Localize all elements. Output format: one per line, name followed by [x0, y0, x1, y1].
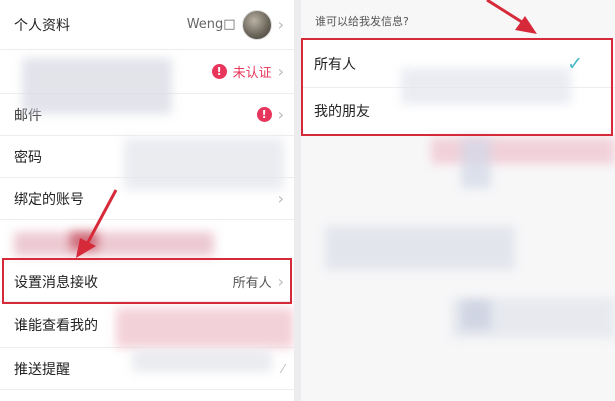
- message-permission-panel: 谁可以给我发信息? 所有人 ✓ 我的朋友: [301, 0, 615, 401]
- profile-row[interactable]: 个人资料 Weng□ ›: [0, 0, 294, 50]
- chevron-right-icon: ›: [277, 272, 284, 291]
- blur-overlay: [401, 68, 571, 104]
- blur-overlay: [461, 138, 491, 188]
- blur-overlay: [431, 138, 615, 164]
- blur-overlay: [124, 138, 284, 190]
- profile-label: 个人资料: [14, 17, 70, 34]
- chevron-right-icon: ›: [277, 15, 284, 34]
- chevron-right-icon: ›: [277, 105, 284, 124]
- chevron-right-icon: ›: [277, 189, 284, 208]
- username-text: Weng□: [186, 17, 236, 32]
- message-receive-row[interactable]: 设置消息接收 所有人 ›: [0, 262, 294, 302]
- blur-overlay: [325, 226, 515, 270]
- blur-overlay: [14, 232, 214, 256]
- verification-status: 未认证: [232, 66, 272, 81]
- section-header: 谁可以给我发信息?: [315, 15, 409, 28]
- settings-panel: 个人资料 Weng□ › ! 未认证 › 邮件 ! › 密码 绑定的账号 › 设…: [0, 0, 294, 401]
- chevron-right-icon: ›: [277, 62, 284, 81]
- push-notification-label: 推送提醒: [14, 361, 70, 378]
- linked-accounts-label: 绑定的账号: [14, 191, 84, 208]
- blur-overlay: [132, 350, 272, 372]
- chevron-right-icon: ⁄: [281, 361, 284, 376]
- option-everyone-label: 所有人: [314, 56, 356, 73]
- avatar: [241, 9, 272, 40]
- blur-overlay: [116, 308, 294, 348]
- message-receive-value: 所有人: [232, 276, 272, 291]
- option-friends-label: 我的朋友: [314, 104, 370, 120]
- who-can-view-label: 谁能查看我的: [14, 317, 98, 334]
- blur-overlay: [70, 232, 98, 250]
- password-label: 密码: [14, 149, 42, 166]
- blur-overlay: [22, 58, 172, 114]
- red-arrow-icon: [486, 0, 537, 34]
- blur-overlay: [461, 300, 491, 330]
- warning-icon: !: [211, 64, 227, 79]
- warning-icon: !: [256, 107, 272, 122]
- message-receive-label: 设置消息接收: [14, 274, 98, 291]
